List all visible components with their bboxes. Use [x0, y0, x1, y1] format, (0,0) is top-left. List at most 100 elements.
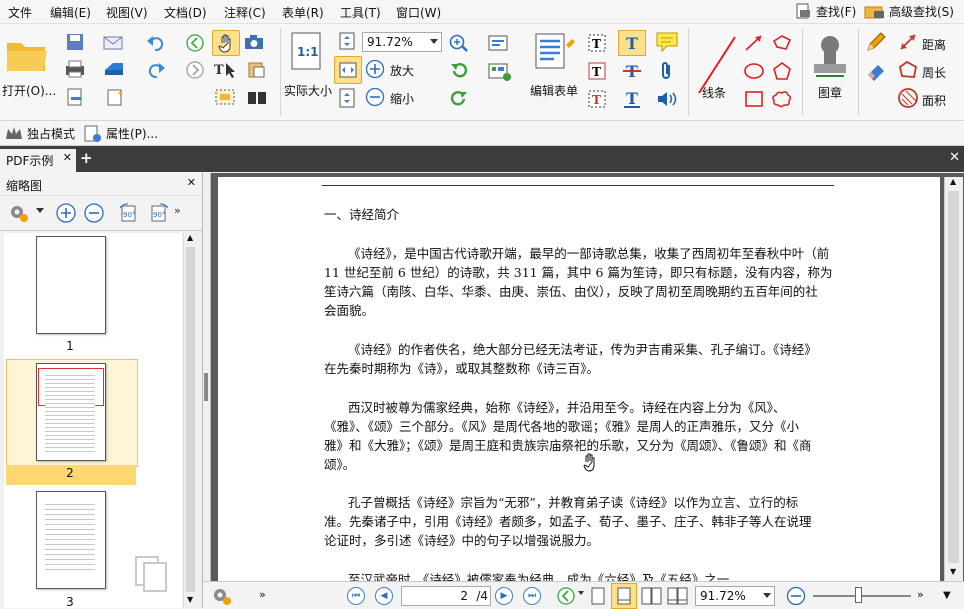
menu-comment[interactable]: 注释(C) [224, 4, 266, 21]
gear-icon[interactable] [6, 202, 32, 224]
note-icon[interactable] [654, 30, 680, 54]
hand-tool-icon[interactable] [212, 30, 240, 56]
tab-pdf-example[interactable]: PDF示例 ✕ [0, 149, 76, 172]
scroll-thumb[interactable] [948, 191, 959, 563]
callout-icon[interactable]: T [586, 88, 608, 110]
rotate-right-icon[interactable]: 90° [146, 201, 172, 225]
strikeout-icon[interactable]: T [620, 60, 644, 82]
menu-form[interactable]: 表单(R) [282, 4, 324, 21]
zoom-select[interactable]: 91.72% [362, 32, 442, 52]
zoom-out-icon[interactable] [785, 585, 807, 607]
scanner-icon[interactable] [102, 59, 126, 79]
print-icon[interactable] [64, 59, 86, 79]
zoom-in-label[interactable]: 放大 [390, 62, 414, 79]
thumbnail-page[interactable] [36, 363, 106, 461]
open-label[interactable]: 打开(O)... [2, 82, 56, 99]
marquee-icon[interactable] [212, 87, 238, 107]
rotate-left-icon[interactable] [446, 60, 472, 82]
underline-icon[interactable]: T [620, 88, 644, 110]
typewriter-grid-icon[interactable]: T [586, 32, 608, 54]
facing-pages-icon[interactable] [639, 586, 665, 606]
next-page-button[interactable]: ▶ [495, 587, 513, 605]
form-list-icon[interactable] [486, 60, 516, 82]
rectangle-tool-icon[interactable] [742, 88, 766, 110]
zoom-out-icon[interactable] [82, 202, 106, 224]
close-icon[interactable]: ✕ [187, 176, 196, 189]
perimeter-icon[interactable] [896, 58, 920, 82]
thumbnail-scrollbar[interactable]: ▲ ▼ [183, 233, 198, 608]
find-button[interactable]: 查找(F) [795, 3, 856, 20]
zoom-out-icon[interactable] [364, 86, 386, 108]
perimeter-label[interactable]: 周长 [922, 64, 946, 81]
scroll-down-icon[interactable]: ▼ [943, 590, 951, 601]
back-icon[interactable] [555, 586, 577, 606]
more-options-icon[interactable]: » [259, 588, 266, 601]
advanced-find-button[interactable]: 高级查找(S) [864, 3, 954, 20]
menu-document[interactable]: 文档(D) [164, 4, 207, 21]
highlight-text-icon[interactable]: T [618, 30, 646, 56]
previous-page-button[interactable]: ◀ [375, 587, 393, 605]
thumbnail-page[interactable] [36, 236, 106, 334]
more-options-icon[interactable]: » [917, 588, 924, 601]
export-icon[interactable] [64, 87, 86, 107]
form-text-icon[interactable] [486, 32, 516, 54]
eraser-icon[interactable] [864, 60, 888, 82]
magnifier-icon[interactable] [446, 32, 474, 54]
actual-size-icon[interactable]: 1:1 [288, 30, 324, 72]
stamp-label[interactable]: 图章 [818, 84, 842, 101]
chevron-down-icon[interactable] [578, 591, 584, 595]
area-label[interactable]: 面积 [922, 92, 946, 109]
distance-icon[interactable] [896, 30, 920, 54]
zoom-out-label[interactable]: 缩小 [390, 90, 414, 107]
single-page-icon[interactable] [587, 586, 609, 606]
document-scrollbar[interactable]: ▲ ▼ [944, 177, 963, 581]
area-icon[interactable] [896, 86, 920, 110]
clipboard-icon[interactable] [242, 59, 272, 79]
more-options-icon[interactable]: » [174, 204, 181, 217]
undo-icon[interactable] [144, 32, 168, 52]
lines-label[interactable]: 线条 [702, 84, 726, 101]
save-icon[interactable] [64, 32, 86, 52]
fit-width-icon[interactable] [334, 56, 362, 84]
attachment-icon[interactable] [656, 60, 678, 82]
facing-continuous-icon[interactable] [665, 586, 691, 606]
gear-icon[interactable] [209, 585, 235, 607]
splitter-handle[interactable] [204, 373, 208, 401]
exclusive-mode-button[interactable]: 独占模式 [27, 125, 75, 142]
scroll-thumb[interactable] [186, 247, 195, 592]
cloud-tool-icon[interactable] [770, 88, 794, 110]
edit-form-icon[interactable] [530, 30, 578, 74]
zoom-slider-handle[interactable] [855, 587, 862, 603]
back-icon[interactable] [184, 32, 206, 54]
new-document-icon[interactable]: ✦ [104, 87, 126, 107]
polygon-tool-icon[interactable] [770, 60, 794, 82]
scroll-down-icon[interactable]: ▼ [187, 595, 193, 604]
rotate-right-icon[interactable] [446, 88, 472, 110]
scroll-down-icon[interactable]: ▼ [950, 567, 956, 576]
properties-button[interactable]: 属性(P)... [106, 125, 158, 142]
menu-view[interactable]: 视图(V) [106, 4, 148, 21]
arrow-tool-icon[interactable] [742, 32, 766, 54]
stamp-icon[interactable] [808, 30, 852, 80]
menu-edit[interactable]: 编辑(E) [50, 4, 91, 21]
continuous-page-icon[interactable] [611, 583, 637, 609]
zoom-in-icon[interactable] [54, 202, 78, 224]
status-zoom-select[interactable]: 91.72% [695, 586, 775, 606]
menu-tools[interactable]: 工具(T) [340, 4, 381, 21]
last-page-button[interactable]: ⏭ [523, 587, 541, 605]
menu-window[interactable]: 窗口(W) [396, 4, 441, 21]
email-icon[interactable] [102, 32, 126, 52]
zoom-in-icon[interactable] [364, 58, 386, 80]
loupe-icon[interactable] [242, 87, 272, 107]
forward-icon[interactable] [184, 59, 206, 81]
panel-splitter[interactable] [203, 173, 211, 608]
rotate-left-icon[interactable]: 90° [116, 201, 142, 225]
scroll-up-icon[interactable]: ▲ [950, 177, 956, 186]
edit-form-label[interactable]: 编辑表单 [530, 82, 578, 99]
chevron-down-icon[interactable] [36, 208, 44, 213]
close-icon[interactable]: ✕ [63, 151, 72, 164]
textbox-icon[interactable]: T [586, 60, 608, 82]
page-number-input[interactable]: 2 /4 [401, 586, 491, 606]
folder-open-icon[interactable] [4, 34, 50, 76]
new-tab-icon[interactable]: + [80, 149, 93, 167]
